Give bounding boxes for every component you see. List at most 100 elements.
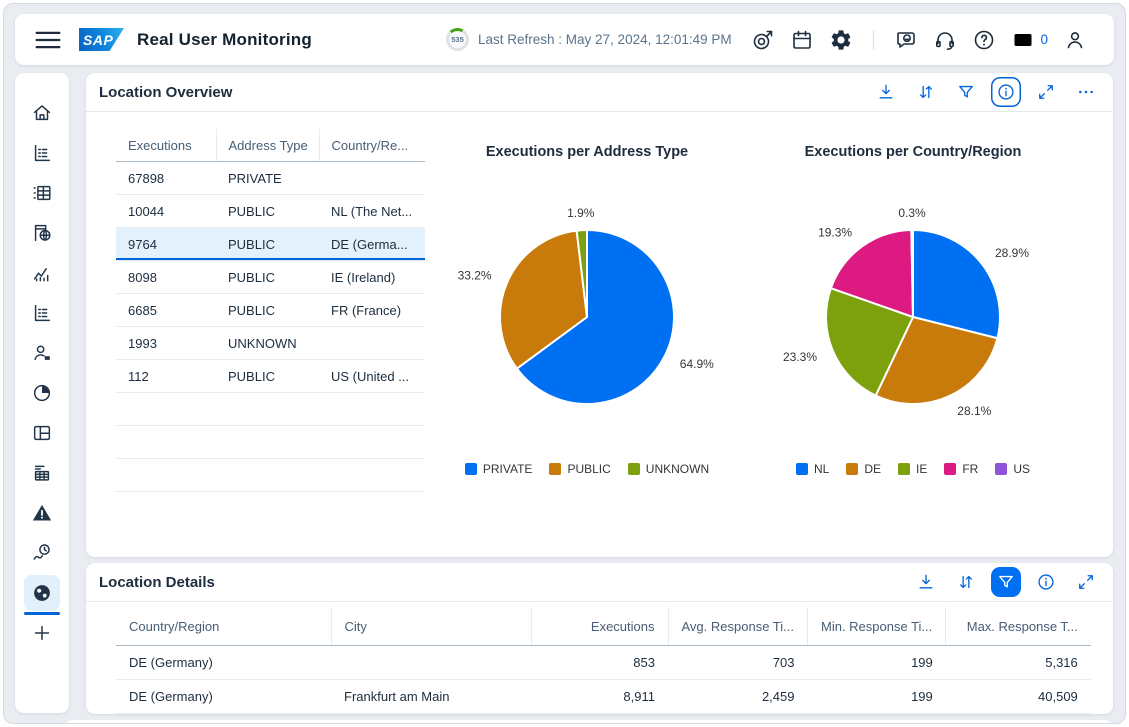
chart-legend: PRIVATE PUBLIC UNKNOWN xyxy=(446,462,728,476)
filter-button[interactable] xyxy=(951,77,981,107)
location-overview-titlebar: Location Overview xyxy=(86,73,1113,112)
sidebar-item-add[interactable] xyxy=(24,615,60,651)
column-header[interactable]: Executions xyxy=(116,129,216,162)
pie-percent-label: 64.9% xyxy=(680,357,714,371)
table-cell: UNKNOWN xyxy=(216,326,319,360)
legend-item-unknown[interactable]: UNKNOWN xyxy=(627,462,710,476)
sort-icon xyxy=(956,572,976,592)
details-toolbar xyxy=(911,567,1101,597)
page-globe-icon xyxy=(31,222,53,244)
target-icon xyxy=(751,28,775,52)
column-header[interactable]: Country/Re... xyxy=(318,129,425,162)
sidebar-item-dashboard-layout[interactable] xyxy=(24,415,60,451)
column-header[interactable]: Address Type xyxy=(215,129,319,162)
info-icon xyxy=(996,82,1016,102)
grid-table-icon xyxy=(31,182,53,204)
support-button[interactable] xyxy=(933,28,957,52)
notifications-button[interactable]: 0 xyxy=(1011,28,1048,52)
feedback-button[interactable] xyxy=(894,28,918,52)
sidebar-item-request-table[interactable] xyxy=(24,455,60,491)
column-header[interactable]: City xyxy=(330,607,531,646)
warning-icon xyxy=(31,502,53,524)
legend-item-nl[interactable]: NL xyxy=(795,462,829,476)
pie-clock-icon xyxy=(31,382,53,404)
legend-item-private[interactable]: PRIVATE xyxy=(464,462,532,476)
app-frame: SAP Real User Monitoring 535 Last Refres… xyxy=(3,3,1126,724)
goal-button[interactable] xyxy=(751,28,775,52)
table-row[interactable]: 9764 PUBLIC DE (Germa... xyxy=(116,227,425,261)
sidebar-item-response-times[interactable] xyxy=(24,535,60,571)
pie[interactable]: 28.9% 28.1% 23.3% 19.3% 0.3% xyxy=(772,170,1054,420)
profile-button[interactable] xyxy=(1063,28,1087,52)
refresh-countdown-timer[interactable]: 535 xyxy=(446,28,469,51)
chart-legend: NL DE IE FR US xyxy=(772,462,1054,476)
sidebar-item-performance-trend[interactable] xyxy=(24,255,60,291)
location-details-titlebar: Location Details xyxy=(86,563,1113,602)
legend-item-fr[interactable]: FR xyxy=(944,462,978,476)
table-cell: DE (Germany) xyxy=(116,679,331,714)
sidebar-item-report-chart[interactable] xyxy=(24,135,60,171)
pie-percent-label: 28.1% xyxy=(957,404,991,418)
sidebar xyxy=(15,73,69,713)
empty-row xyxy=(116,425,425,459)
legend-swatch xyxy=(846,463,859,475)
sidebar-item-report-chart-2[interactable] xyxy=(24,295,60,331)
legend-item-de[interactable]: DE xyxy=(846,462,881,476)
table-row[interactable]: 1993 UNKNOWN xyxy=(116,326,425,360)
message-icon xyxy=(1011,28,1035,52)
sort-button[interactable] xyxy=(911,77,941,107)
expand-button[interactable] xyxy=(1071,567,1101,597)
table-row[interactable]: DE (Germany) Frankfurt am Main 8,911 2,459 1… xyxy=(116,679,1091,714)
schedule-button[interactable] xyxy=(790,28,814,52)
column-header[interactable]: Country/Region xyxy=(116,607,331,646)
legend-item-us[interactable]: US xyxy=(995,462,1030,476)
legend-label: US xyxy=(1013,462,1031,476)
list-table-icon xyxy=(31,462,53,484)
legend-item-ie[interactable]: IE xyxy=(898,462,927,476)
sidebar-item-time-distribution[interactable] xyxy=(24,375,60,411)
expand-icon xyxy=(1076,572,1096,592)
column-header[interactable]: Avg. Response Ti... xyxy=(667,607,808,646)
sidebar-item-users[interactable] xyxy=(24,335,60,371)
legend-label: FR xyxy=(962,462,979,476)
chart-list-icon xyxy=(31,302,53,324)
expand-button[interactable] xyxy=(1031,77,1061,107)
download-icon xyxy=(916,572,936,592)
download-button[interactable] xyxy=(871,77,901,107)
sidebar-item-locations[interactable] xyxy=(24,575,60,615)
info-button[interactable] xyxy=(1031,567,1061,597)
sidebar-item-home[interactable] xyxy=(24,95,60,131)
legend-item-public[interactable]: PUBLIC xyxy=(549,462,611,476)
table-row[interactable]: 10044 PUBLIC NL (The Net... xyxy=(116,194,425,228)
column-header[interactable]: Max. Response T... xyxy=(945,607,1091,646)
column-header[interactable]: Min. Response Ti... xyxy=(806,607,946,646)
clock-wave-icon xyxy=(31,542,53,564)
legend-label: PUBLIC xyxy=(567,462,611,476)
plus-icon xyxy=(31,622,53,644)
table-row[interactable]: 67898 PRIVATE xyxy=(116,161,425,195)
sidebar-item-data-table[interactable] xyxy=(24,175,60,211)
download-icon xyxy=(876,82,896,102)
table-row[interactable]: 8098 PUBLIC IE (Ireland) xyxy=(116,260,425,294)
info-button[interactable] xyxy=(991,77,1021,107)
menu-icon[interactable] xyxy=(31,23,65,57)
sidebar-item-web-globe-pages[interactable] xyxy=(24,215,60,251)
download-button[interactable] xyxy=(911,567,941,597)
refresh-status: 535 Last Refresh : May 27, 2024, 12:01:4… xyxy=(446,14,732,65)
table-cell: US (United ... xyxy=(319,359,425,393)
sidebar-item-alerts[interactable] xyxy=(24,495,60,531)
help-button[interactable] xyxy=(972,28,996,52)
table-row[interactable]: DE (Germany) 853 703 199 5,316 xyxy=(116,645,1091,680)
legend-label: UNKNOWN xyxy=(645,462,710,476)
legend-swatch xyxy=(464,463,477,475)
table-cell: 5,316 xyxy=(945,645,1091,680)
column-header[interactable]: Executions xyxy=(530,607,668,646)
filter-button[interactable] xyxy=(991,567,1021,597)
pie[interactable]: 64.9% 33.2% 1.9% xyxy=(446,170,728,420)
sort-button[interactable] xyxy=(951,567,981,597)
overflow-button[interactable] xyxy=(1071,77,1101,107)
settings-button[interactable] xyxy=(829,28,853,52)
table-row[interactable]: 6685 PUBLIC FR (France) xyxy=(116,293,425,327)
table-row[interactable]: 112 PUBLIC US (United ... xyxy=(116,359,425,393)
app-title: Real User Monitoring xyxy=(137,29,312,49)
